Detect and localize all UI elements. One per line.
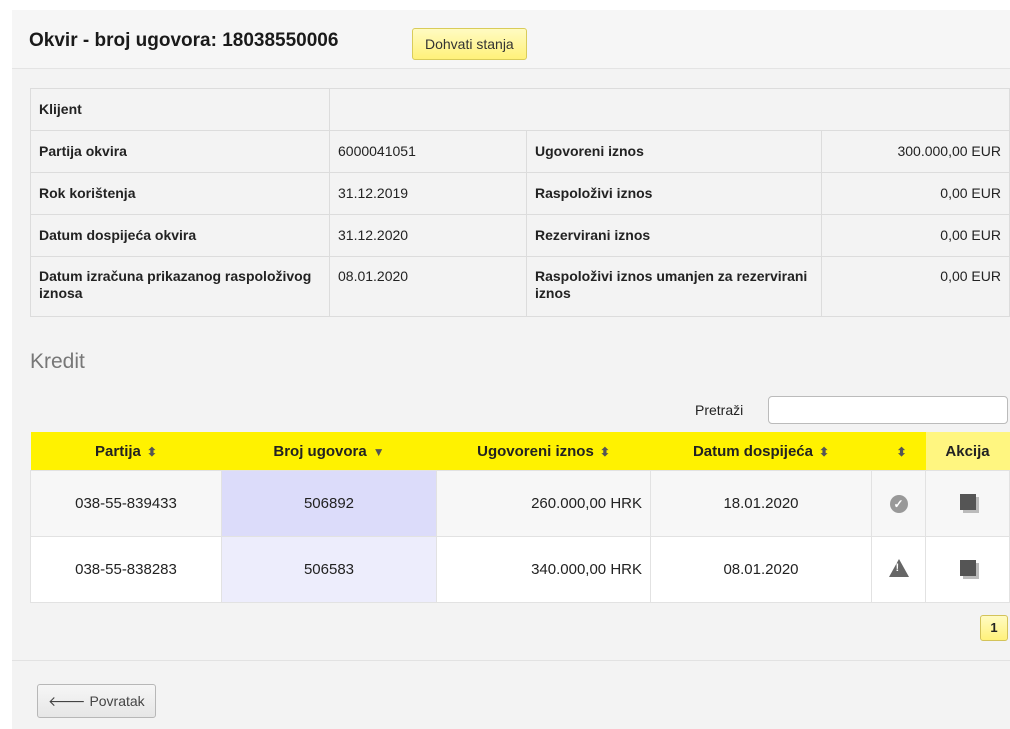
column-header-datum-dospijeca[interactable]: Datum dospijeća ⬍ xyxy=(650,432,872,471)
info-label: Partija okvira xyxy=(30,130,330,173)
footer-divider xyxy=(12,660,1010,661)
info-label: Raspoloživi iznos xyxy=(526,172,822,215)
cell-akcija xyxy=(925,536,1010,603)
info-row: Rok korištenja 31.12.2019 Raspoloživi iz… xyxy=(30,172,1010,215)
cell-status: ! xyxy=(871,536,926,603)
pager-page-button[interactable]: 1 xyxy=(980,615,1008,641)
info-label: Datum izračuna prikazanog raspoloživog i… xyxy=(30,256,330,317)
sort-both-icon: ⬍ xyxy=(818,444,830,459)
info-value: 6000041051 xyxy=(329,130,527,173)
cell-partija: 038-55-838283 xyxy=(30,536,222,603)
sort-both-icon: ⬍ xyxy=(896,444,907,459)
info-amount: 0,00 EUR xyxy=(821,214,1010,257)
column-label: Datum dospijeća xyxy=(692,442,813,460)
client-value xyxy=(329,88,1010,131)
cell-ugovoreni-iznos: 340.000,00 HRK xyxy=(436,536,651,603)
column-label: Akcija xyxy=(945,442,990,460)
frame-info-table: Klijent Partija okvira 6000041051 Ugovor… xyxy=(30,88,1010,317)
column-header-akcija: Akcija xyxy=(925,432,1010,471)
info-label: Rok korištenja xyxy=(30,172,330,215)
info-amount: 0,00 EUR xyxy=(821,256,1010,317)
cell-akcija xyxy=(925,470,1010,537)
cell-broj-ugovora: 506583 xyxy=(221,536,437,603)
sort-both-icon: ⬍ xyxy=(599,444,610,459)
cell-ugovoreni-iznos: 260.000,00 HRK xyxy=(436,470,651,537)
info-amount: 0,00 EUR xyxy=(821,172,1010,215)
page-title: Okvir - broj ugovora: 18038550006 xyxy=(29,30,339,51)
info-value: 08.01.2020 xyxy=(329,256,527,317)
back-button-label: Povratak xyxy=(89,693,145,709)
check-circle-icon: ✓ xyxy=(889,494,908,513)
copy-icon[interactable] xyxy=(959,493,976,510)
copy-icon[interactable] xyxy=(959,559,976,576)
section-title-credit: Kredit xyxy=(30,350,85,373)
credit-table: Partija ⬍ Broj ugovora ▼ Ugovoreni iznos ⬍ … xyxy=(30,432,1010,603)
fetch-balances-button[interactable]: Dohvati stanja xyxy=(412,28,527,60)
info-row: Datum izračuna prikazanog raspoloživog i… xyxy=(30,256,1010,317)
panel-header: Okvir - broj ugovora: 18038550006 Dohvat… xyxy=(12,10,1010,69)
cell-datum-dospijeca: 18.01.2020 xyxy=(650,470,872,537)
client-label: Klijent xyxy=(30,88,330,131)
info-label: Rezervirani iznos xyxy=(526,214,822,257)
credit-table-header: Partija ⬍ Broj ugovora ▼ Ugovoreni iznos ⬍ … xyxy=(30,432,1010,471)
warning-icon: ! xyxy=(888,558,909,577)
search-input[interactable] xyxy=(768,396,1008,424)
cell-datum-dospijeca: 08.01.2020 xyxy=(650,536,872,603)
info-row: Partija okvira 6000041051 Ugovoreni izno… xyxy=(30,130,1010,173)
cell-partija: 038-55-839433 xyxy=(30,470,222,537)
table-row: 038-55-838283 506583 340.000,00 HRK 08.0… xyxy=(30,536,1010,603)
info-row: Datum dospijeća okvira 31.12.2020 Rezerv… xyxy=(30,214,1010,257)
sort-desc-icon: ▼ xyxy=(372,444,385,459)
cell-status: ✓ xyxy=(871,470,926,537)
info-row-client: Klijent xyxy=(30,88,1010,131)
back-button[interactable]: 🡐 Povratak xyxy=(37,684,156,718)
info-value: 31.12.2019 xyxy=(329,172,527,215)
info-label: Datum dospijeća okvira xyxy=(30,214,330,257)
column-label: Ugovoreni iznos xyxy=(477,442,594,460)
column-label: Partija xyxy=(95,442,141,460)
search-label: Pretraži xyxy=(695,402,744,418)
sort-both-icon: ⬍ xyxy=(146,444,157,459)
column-label: Broj ugovora xyxy=(273,442,367,460)
info-amount: 300.000,00 EUR xyxy=(821,130,1010,173)
contract-panel: Okvir - broj ugovora: 18038550006 Dohvat… xyxy=(12,10,1010,729)
info-label: Raspoloživi iznos umanjen za rezervirani… xyxy=(526,256,822,317)
column-header-broj-ugovora[interactable]: Broj ugovora ▼ xyxy=(221,432,437,471)
arrow-left-icon: 🡐 xyxy=(48,693,86,709)
column-header-ugovoreni-iznos[interactable]: Ugovoreni iznos ⬍ xyxy=(436,432,651,471)
cell-broj-ugovora: 506892 xyxy=(221,470,437,537)
info-label: Ugovoreni iznos xyxy=(526,130,822,173)
column-header-partija[interactable]: Partija ⬍ xyxy=(30,432,222,471)
table-row: 038-55-839433 506892 260.000,00 HRK 18.0… xyxy=(30,470,1010,537)
info-value: 31.12.2020 xyxy=(329,214,527,257)
column-header-status[interactable]: ⬍ xyxy=(871,432,926,471)
